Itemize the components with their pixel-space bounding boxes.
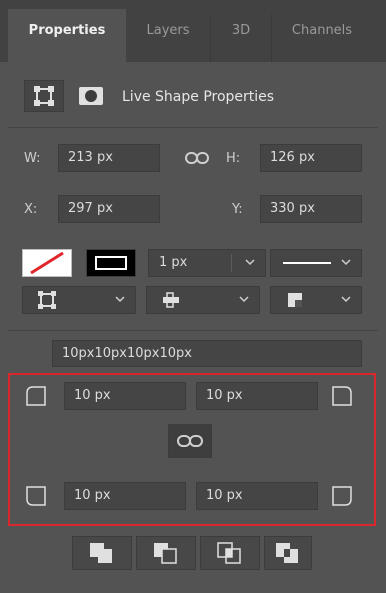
stroke-type-dropdown[interactable] xyxy=(270,249,362,277)
chevron-down-icon xyxy=(339,292,353,310)
link-corner-radii-button[interactable] xyxy=(168,424,212,458)
chevron-down-icon xyxy=(339,255,353,273)
corner-radius-combined-field[interactable]: 10px10px10px10px xyxy=(52,340,362,367)
dropdown-divider xyxy=(231,254,232,272)
tab-layers[interactable]: Layers xyxy=(126,9,210,62)
y-field[interactable]: 330 px xyxy=(260,195,362,223)
top-left-radius-field[interactable]: 10 px xyxy=(64,382,186,410)
exclude-overlapping-shapes-icon xyxy=(276,543,298,563)
link-dimensions-icon[interactable] xyxy=(184,149,210,167)
top-left-corner-icon xyxy=(24,384,48,412)
panel-header-title: Live Shape Properties xyxy=(122,89,275,105)
top-right-corner-icon xyxy=(330,384,354,412)
section-divider xyxy=(8,127,378,128)
panel-tab-bar: Properties Layers 3D Channels xyxy=(0,0,386,62)
solid-line-icon xyxy=(283,262,331,264)
subtract-front-shape-icon xyxy=(154,543,177,564)
bottom-left-corner-icon xyxy=(24,484,48,512)
x-label: X: xyxy=(24,202,38,217)
intersect-shape-areas-icon xyxy=(217,542,241,564)
corner-type-dropdown[interactable] xyxy=(270,286,362,314)
bottom-left-radius-field[interactable]: 10 px xyxy=(64,482,186,510)
bottom-right-radius-field[interactable]: 10 px xyxy=(196,482,318,510)
properties-panel: Properties Layers 3D Channels Live Shape… xyxy=(0,0,386,593)
mask-icon[interactable] xyxy=(74,84,108,108)
stroke-align-dropdown[interactable] xyxy=(22,286,136,314)
intersect-shape-areas-button[interactable] xyxy=(200,536,260,570)
stroke-align-inside-icon xyxy=(38,291,56,309)
exclude-overlapping-shapes-button[interactable] xyxy=(264,536,312,570)
height-label: H: xyxy=(226,151,241,166)
corner-type-icon xyxy=(288,293,302,307)
link-icon xyxy=(177,435,203,447)
width-label: W: xyxy=(24,151,41,166)
combine-shapes-icon xyxy=(90,543,112,563)
transform-shape-icon[interactable] xyxy=(24,80,64,112)
tab-properties[interactable]: Properties xyxy=(8,9,126,62)
chevron-down-icon xyxy=(243,255,257,273)
cap-type-dropdown[interactable] xyxy=(146,286,260,314)
stroke-swatch[interactable] xyxy=(86,249,136,277)
subtract-front-shape-button[interactable] xyxy=(136,536,196,570)
chevron-down-icon xyxy=(113,292,127,310)
fill-swatch[interactable] xyxy=(22,249,72,277)
width-field[interactable]: 213 px xyxy=(58,144,160,172)
height-field[interactable]: 126 px xyxy=(260,144,362,172)
stroke-width-dropdown[interactable]: 1 px xyxy=(148,249,266,277)
combine-shapes-button[interactable] xyxy=(72,536,132,570)
section-divider xyxy=(8,330,378,331)
tab-3d[interactable]: 3D xyxy=(211,9,271,62)
tab-channels[interactable]: Channels xyxy=(272,9,372,62)
bottom-right-corner-icon xyxy=(330,484,354,512)
chevron-down-icon xyxy=(237,292,251,310)
x-field[interactable]: 297 px xyxy=(58,195,160,223)
y-label: Y: xyxy=(232,202,243,217)
top-right-radius-field[interactable]: 10 px xyxy=(196,382,318,410)
stroke-width-value: 1 px xyxy=(159,255,188,270)
cap-type-icon xyxy=(163,292,179,308)
